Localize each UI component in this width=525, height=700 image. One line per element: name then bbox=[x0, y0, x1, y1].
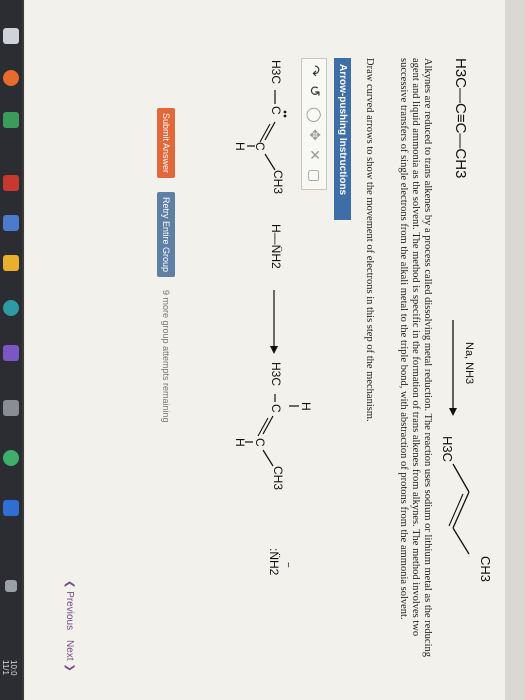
app-icon-green[interactable] bbox=[3, 112, 19, 128]
app-icon-orange[interactable] bbox=[3, 70, 19, 86]
attempts-remaining-text: 9 more group attempts remaining bbox=[161, 290, 171, 423]
ammonia-molecule[interactable]: H—N̈H2 bbox=[269, 224, 283, 269]
next-button[interactable]: Next ❯ bbox=[64, 640, 75, 672]
app-icon-purple[interactable] bbox=[3, 345, 19, 361]
reactant-formula: H3C—C≡C—CH3 bbox=[452, 58, 469, 179]
vinyl-hydrogen: H bbox=[233, 142, 247, 151]
amide-anion[interactable]: :N̈H2 bbox=[267, 548, 281, 575]
mechanism-arrow bbox=[269, 290, 281, 354]
arrow-pushing-instructions-bar[interactable]: Arrow-pushing Instructions bbox=[334, 58, 351, 220]
product-carbon-1[interactable]: C bbox=[269, 404, 283, 413]
previous-label: Previous bbox=[64, 591, 75, 631]
taskbar-date[interactable]: 11/1 bbox=[1, 660, 10, 675]
instruction-text: Draw curved arrows to show the movement … bbox=[364, 58, 375, 422]
product-methyl-right: CH3 bbox=[271, 466, 285, 491]
app-icon-yellow[interactable] bbox=[3, 255, 19, 271]
chevron-right-icon: ❯ bbox=[64, 663, 75, 672]
app-icon-red[interactable] bbox=[3, 175, 19, 191]
left-methyl-group: H3C bbox=[269, 60, 283, 85]
taskbar-clock[interactable]: 10:0 bbox=[9, 660, 18, 676]
second-carbon[interactable]: C bbox=[253, 142, 267, 151]
product-left-methyl: H3C bbox=[440, 436, 455, 463]
chevron-left-icon: ❮ bbox=[64, 580, 75, 589]
app-icon-blue-2[interactable] bbox=[3, 500, 19, 516]
right-edge-strip bbox=[504, 0, 525, 700]
app-icon-teal[interactable] bbox=[3, 300, 19, 316]
app-icon-blue[interactable] bbox=[3, 215, 19, 231]
windows-taskbar: 10:0 11/1 bbox=[0, 0, 22, 700]
app-icon-gray[interactable] bbox=[3, 400, 19, 416]
task-view-icon[interactable] bbox=[3, 28, 19, 44]
app-icon-green-2[interactable] bbox=[3, 450, 19, 466]
carbanion-carbon[interactable]: C bbox=[269, 106, 283, 115]
reagent-label: Na, NH3 bbox=[463, 342, 475, 385]
description-text: Alkynes are reduced to trans alkenes by … bbox=[398, 58, 433, 658]
product-carbon-2[interactable]: C bbox=[253, 438, 267, 447]
next-label: Next bbox=[64, 640, 75, 661]
homework-content: H3C—C≡C—CH3 Na, NH3 H3C CH3 Alkynes are … bbox=[25, 0, 505, 700]
product-top-hydrogen: H bbox=[299, 402, 313, 411]
amide-charge: − bbox=[282, 562, 293, 568]
product-right-methyl: CH3 bbox=[478, 556, 493, 583]
submit-answer-button[interactable]: Submit Answer bbox=[157, 108, 175, 179]
product-bottom-hydrogen: H bbox=[233, 438, 247, 447]
retry-entire-group-button[interactable]: Retry Entire Group bbox=[157, 192, 175, 278]
right-methyl-group: CH3 bbox=[271, 170, 285, 195]
reaction-arrow bbox=[448, 320, 460, 416]
system-tray-icon[interactable] bbox=[5, 580, 17, 592]
product-methyl-left: H3C bbox=[269, 362, 283, 387]
previous-button[interactable]: ❮ Previous bbox=[64, 580, 75, 630]
